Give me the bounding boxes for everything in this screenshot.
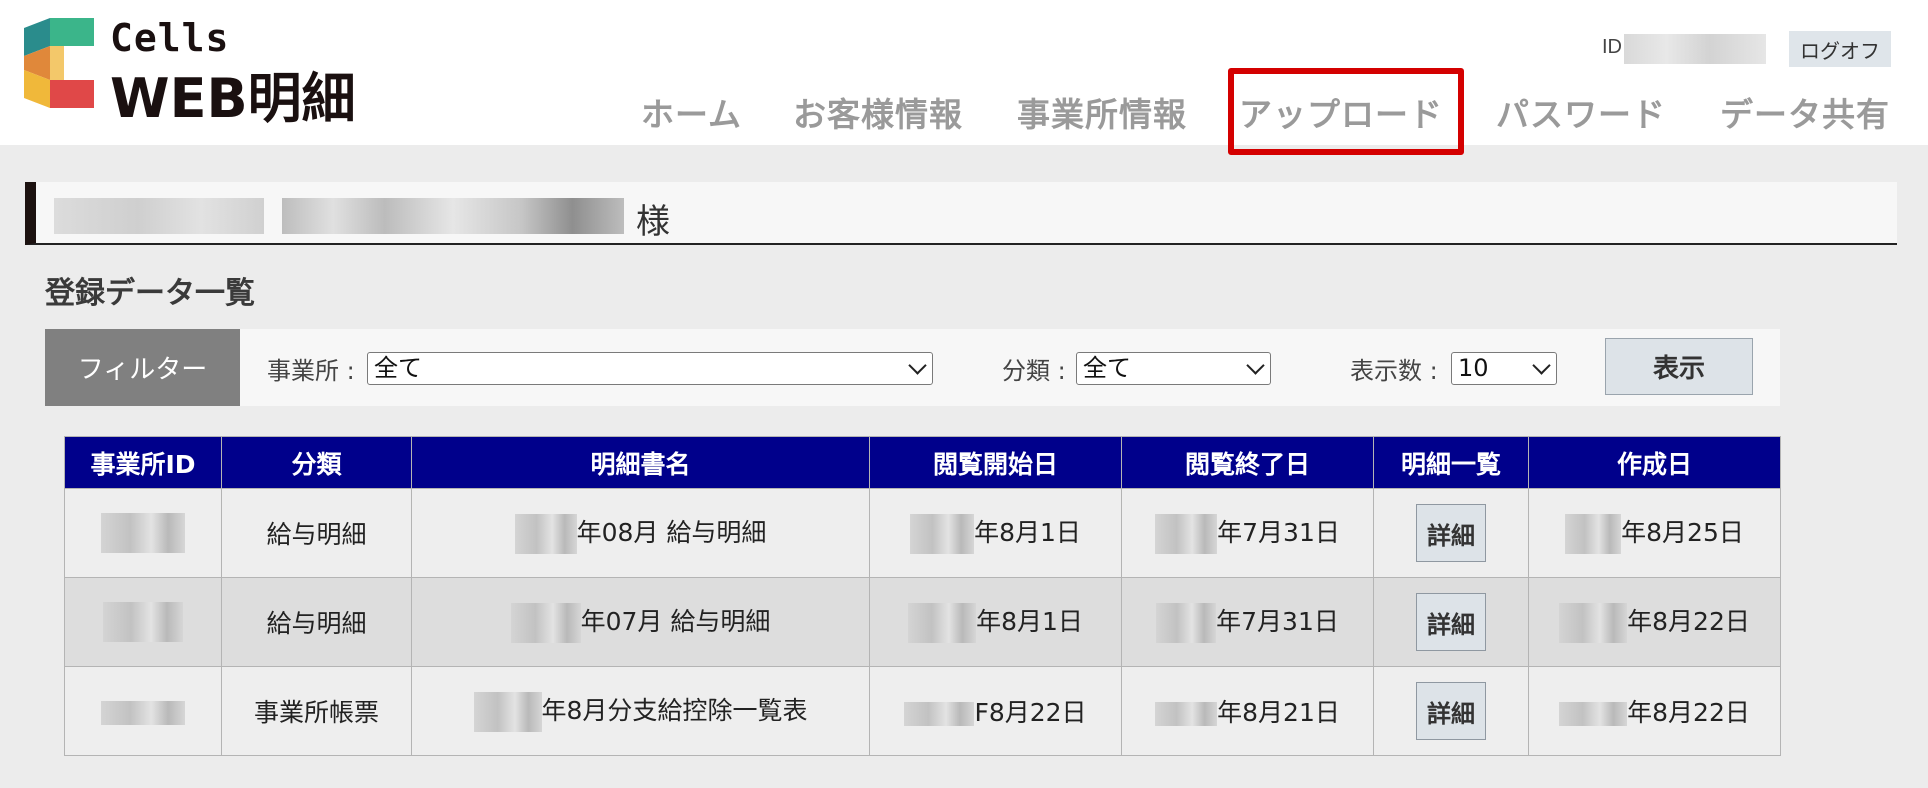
- table-row: 事業所帳票 年8月分支給控除一覧表 F8月22日 年8月21日 詳細 年8月22…: [64, 666, 1781, 756]
- category-select[interactable]: 全て: [1076, 352, 1271, 385]
- view-end-cell: 年7月31日: [1121, 488, 1374, 578]
- created-date: 年8月22日: [1627, 698, 1750, 727]
- filter-tag: フィルター: [45, 329, 240, 406]
- statement-name-cell: 年08月 給与明細: [411, 488, 870, 578]
- upload-highlight-box: [1228, 68, 1464, 155]
- detail-cell: 詳細: [1373, 666, 1529, 756]
- customer-honorific: 様: [636, 202, 670, 242]
- created-cell: 年8月25日: [1528, 488, 1781, 578]
- statement-name: 年08月 給与明細: [576, 517, 767, 547]
- created-date: 年8月25日: [1621, 517, 1744, 547]
- count-filter-label: 表示数 :: [1350, 357, 1438, 385]
- view-start-date: F8月22日: [974, 698, 1087, 727]
- chevron-down-icon: [1246, 356, 1265, 375]
- page-title: 登録データ一覧: [45, 276, 255, 311]
- year-redacted: [510, 602, 581, 643]
- category-cell: 給与明細: [221, 577, 412, 667]
- office-filter-label: 事業所 :: [267, 357, 355, 385]
- category-cell: 事業所帳票: [221, 666, 412, 756]
- customer-name-bar: 様: [25, 182, 1897, 245]
- detail-cell: 詳細: [1373, 488, 1529, 578]
- view-start-date: 年8月1日: [974, 517, 1081, 547]
- category-select-value: 全て: [1083, 354, 1131, 382]
- nav-data-share[interactable]: データ共有: [1720, 88, 1890, 136]
- year-redacted: [1155, 513, 1218, 554]
- view-start-cell: F8月22日: [869, 666, 1122, 756]
- chevron-down-icon: [1532, 356, 1551, 375]
- table-row: 給与明細 年08月 給与明細 年8月1日 年7月31日 詳細 年8月25日: [64, 488, 1781, 578]
- customer-name-redacted: [54, 198, 264, 234]
- year-redacted: [514, 513, 577, 554]
- show-button[interactable]: 表示: [1605, 338, 1753, 395]
- statement-name-cell: 年07月 給与明細: [411, 577, 870, 667]
- nav-customer-info[interactable]: お客様情報: [793, 88, 963, 136]
- year-redacted: [1565, 513, 1622, 554]
- view-end-date: 年8月21日: [1217, 698, 1340, 727]
- table-row: 給与明細 年07月 給与明細 年8月1日 年7月31日 詳細 年8月22日: [64, 577, 1781, 667]
- table-header-row: 事業所ID 分類 明細書名 閲覧開始日 閲覧終了日 明細一覧 作成日: [64, 436, 1781, 489]
- year-redacted: [904, 702, 975, 726]
- app-header: Cells WEB明細 ID ログオフ ホーム お客様情報 事業所情報 アップロ…: [0, 0, 1928, 155]
- office-id-redacted: [103, 602, 183, 642]
- detail-cell: 詳細: [1373, 577, 1529, 667]
- count-select-value: 10: [1458, 354, 1489, 382]
- chevron-down-icon: [908, 356, 927, 375]
- account-id-redacted: [1624, 34, 1766, 64]
- customer-name-redacted: [282, 198, 624, 234]
- col-detail-list: 明細一覧: [1373, 436, 1529, 489]
- cells-web-logo[interactable]: Cells WEB明細: [24, 16, 364, 130]
- year-redacted: [908, 602, 977, 643]
- statement-name-cell: 年8月分支給控除一覧表: [411, 666, 870, 756]
- statement-name: 年8月分支給控除一覧表: [541, 695, 808, 725]
- cells-logo-icon: [24, 18, 94, 108]
- detail-button[interactable]: 詳細: [1416, 504, 1486, 562]
- col-category: 分類: [221, 436, 412, 489]
- logo-web-text: WEB明細: [110, 67, 356, 130]
- count-select[interactable]: 10: [1451, 352, 1557, 385]
- office-select-value: 全て: [374, 354, 422, 382]
- filter-bar: フィルター 事業所 : 全て 分類 : 全て 表示数 : 10 表示: [45, 329, 1780, 406]
- col-view-start: 閲覧開始日: [869, 436, 1122, 489]
- col-statement-name: 明細書名: [411, 436, 870, 489]
- category-filter-label: 分類 :: [1002, 357, 1066, 385]
- view-start-date: 年8月1日: [976, 606, 1083, 636]
- data-table: 事業所ID 分類 明細書名 閲覧開始日 閲覧終了日 明細一覧 作成日 給与明細 …: [64, 436, 1781, 756]
- office-id-cell: [64, 666, 222, 756]
- col-view-end: 閲覧終了日: [1121, 436, 1374, 489]
- office-id-redacted: [101, 700, 185, 725]
- col-created: 作成日: [1528, 436, 1781, 489]
- logout-button[interactable]: ログオフ: [1789, 31, 1891, 67]
- office-id-cell: [64, 488, 222, 578]
- account-id-label: ID: [1602, 36, 1622, 58]
- year-redacted: [473, 691, 542, 732]
- category-cell: 給与明細: [221, 488, 412, 578]
- year-redacted: [910, 513, 975, 554]
- year-redacted: [1156, 602, 1217, 643]
- created-cell: 年8月22日: [1528, 666, 1781, 756]
- detail-button[interactable]: 詳細: [1416, 682, 1486, 740]
- year-redacted: [1559, 602, 1628, 643]
- view-start-cell: 年8月1日: [869, 577, 1122, 667]
- view-end-date: 年7月31日: [1217, 517, 1340, 547]
- view-end-cell: 年8月21日: [1121, 666, 1374, 756]
- nav-office-info[interactable]: 事業所情報: [1017, 88, 1187, 136]
- created-date: 年8月22日: [1627, 606, 1750, 636]
- office-id-cell: [64, 577, 222, 667]
- nav-password[interactable]: パスワード: [1496, 88, 1666, 136]
- statement-name: 年07月 給与明細: [580, 606, 771, 636]
- year-redacted: [1155, 702, 1218, 726]
- year-redacted: [1559, 702, 1628, 726]
- col-office-id: 事業所ID: [64, 436, 222, 489]
- office-select[interactable]: 全て: [367, 352, 933, 385]
- nav-home[interactable]: ホーム: [641, 88, 742, 136]
- view-start-cell: 年8月1日: [869, 488, 1122, 578]
- view-end-cell: 年7月31日: [1121, 577, 1374, 667]
- view-end-date: 年7月31日: [1216, 606, 1339, 636]
- office-id-redacted: [101, 513, 185, 553]
- detail-button[interactable]: 詳細: [1416, 593, 1486, 651]
- created-cell: 年8月22日: [1528, 577, 1781, 667]
